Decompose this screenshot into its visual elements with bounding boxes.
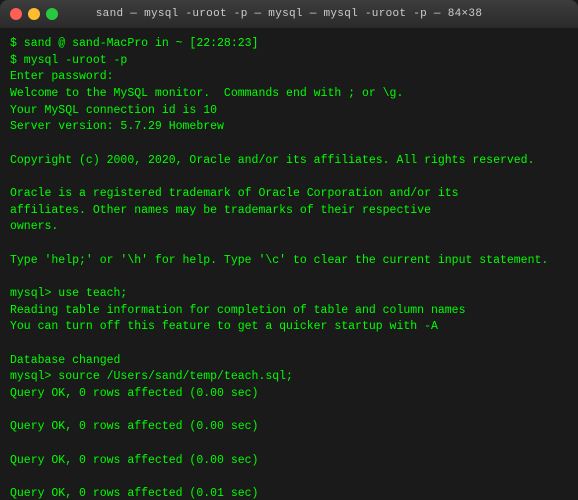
window-title: sand — mysql -uroot -p — mysql — mysql -… [96,8,482,20]
title-bar-buttons [10,8,58,20]
terminal-output: $ sand @ sand-MacPro in ~ [22:28:23] $ m… [10,36,568,500]
title-bar: sand — mysql -uroot -p — mysql — mysql -… [0,0,578,28]
close-button[interactable] [10,8,22,20]
terminal-body[interactable]: $ sand @ sand-MacPro in ~ [22:28:23] $ m… [0,28,578,500]
minimize-button[interactable] [28,8,40,20]
maximize-button[interactable] [46,8,58,20]
